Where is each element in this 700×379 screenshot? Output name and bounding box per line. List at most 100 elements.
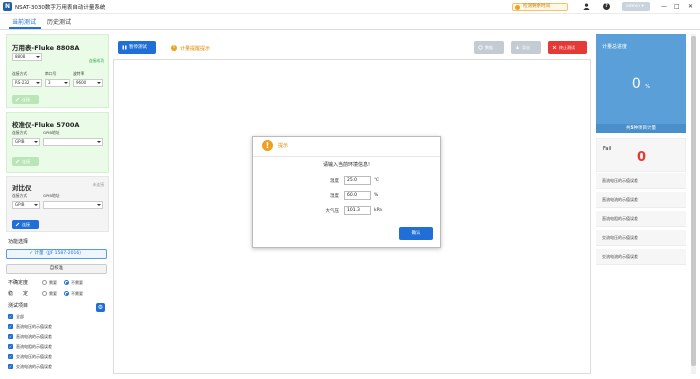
dialog-divider	[253, 156, 440, 157]
conn-value: RS-232	[15, 80, 30, 85]
humidity-input[interactable]: 60.0	[344, 191, 371, 200]
comparator-card: 对比仪 未连接 连接方式 GPIB地址 GPIB 连接	[6, 176, 109, 232]
self-calibration-option[interactable]: 自校准	[6, 264, 107, 274]
comparator-connect-button[interactable]: 连接	[12, 220, 39, 229]
port-select[interactable]: 3	[45, 79, 70, 87]
baud-value: 9600	[76, 80, 87, 85]
app-title: NSAT-3030数字万用表自动计量系统	[15, 5, 106, 11]
stop-test-button[interactable]: 终止测试	[548, 41, 587, 54]
result-item[interactable]: 直流电流的示值误差	[596, 192, 686, 208]
maximize-button[interactable]: □	[674, 3, 680, 10]
export-button[interactable]: 导出	[511, 41, 541, 54]
conn-value: GPIB	[15, 139, 25, 144]
checkbox-checked-icon: ✓	[8, 334, 13, 339]
test-items-label: 测试项目	[8, 303, 29, 309]
countdown-badge: 检测剩余时间	[512, 3, 568, 11]
gpib-select[interactable]	[43, 138, 103, 146]
multimeter-title: 万用表-Fluke 8808A	[12, 44, 80, 52]
progress-card: 计量总进度 0 % 共5种项目计量	[596, 34, 686, 133]
confirm-button[interactable]: 确认	[399, 227, 433, 240]
connect-label: 连接	[22, 97, 30, 102]
connect-label: 连接	[22, 222, 30, 227]
radio-label: 需要	[49, 280, 57, 285]
result-item-label: 交流电压的示值误差	[602, 235, 638, 240]
result-item[interactable]: 直流电阻的示值误差	[596, 211, 686, 227]
checkbox-checked-icon: ✓	[8, 364, 13, 369]
radio-label: 需要	[49, 291, 57, 296]
progress-number: 0	[631, 76, 641, 92]
calibrator-card: 校准仪-Fluke 5700A 连接方式 GPIB地址 GPIB 连接	[6, 112, 109, 173]
stop-label: 终止测试	[559, 45, 575, 50]
result-item[interactable]: 交流电压的示值误差	[596, 230, 686, 246]
fail-card: Fail 0	[596, 138, 686, 172]
gpib-select[interactable]	[43, 201, 103, 209]
test-item-label: 直流电压的示值误差	[16, 324, 52, 329]
test-item-label: 交流电压的示值误差	[16, 354, 52, 359]
chevron-down-icon	[34, 204, 38, 206]
uncertainty-need-radio[interactable]	[42, 280, 47, 285]
gear-icon[interactable]: ⚙	[96, 303, 105, 312]
pressure-label: 大气压	[325, 209, 340, 214]
chevron-down-icon	[97, 141, 101, 143]
multimeter-model-select[interactable]: 8808	[12, 53, 42, 61]
humidity-unit: %	[374, 193, 379, 198]
user-icon[interactable]	[583, 3, 590, 10]
dialog-title: 提示	[278, 143, 289, 149]
data-label: 数据	[485, 45, 493, 50]
conn-select[interactable]: GPIB	[12, 138, 40, 146]
progress-total: 共5种项目计量	[596, 124, 686, 133]
test-item-label: 直流电阻的示值误差	[16, 344, 52, 349]
checkbox-checked-icon: ✓	[8, 354, 13, 359]
stability-label: 稳 定	[8, 291, 29, 297]
stop-icon	[552, 45, 557, 50]
warning-icon: !	[171, 45, 177, 51]
pause-icon	[122, 45, 127, 50]
result-item[interactable]: 交流电流的示值误差	[596, 249, 686, 265]
conn-select[interactable]: GPIB	[12, 201, 40, 209]
uncertainty-no-need-radio[interactable]	[64, 280, 69, 285]
stability-need-radio[interactable]	[42, 291, 47, 296]
export-label: 导出	[522, 45, 530, 50]
minimize-button[interactable]: —	[661, 3, 667, 10]
port-label: 串口号	[45, 71, 57, 76]
dialog-message: 请输入当前环境信息!	[322, 162, 370, 168]
radio-label: 不需要	[71, 280, 83, 285]
pause-test-button[interactable]: 暂停测试	[118, 41, 156, 54]
pressure-unit: kPa	[374, 208, 382, 213]
temperature-input[interactable]: 25.0	[344, 176, 371, 185]
conn-value: GPIB	[15, 202, 25, 207]
stability-no-need-radio[interactable]	[64, 291, 69, 296]
baud-select[interactable]: 9600	[73, 79, 103, 87]
temperature-unit: ℃	[374, 178, 380, 183]
tab-history-test[interactable]: 历史测试	[47, 17, 71, 26]
result-item[interactable]: 直流电压的示值误差	[596, 173, 686, 189]
multimeter-card: 万用表-Fluke 8808A 8808 连接成功 连接方式 串口号 波特率 R…	[6, 34, 109, 108]
close-button[interactable]: ✕	[688, 3, 693, 10]
result-item-label: 直流电阻的示值误差	[602, 216, 638, 221]
gpib-label: GPIB地址	[43, 130, 60, 135]
download-icon	[515, 45, 520, 50]
calibrator-connect-button[interactable]: 连接	[12, 157, 39, 166]
user-menu[interactable]: admin ▾	[622, 2, 650, 11]
scrollbar-thumb[interactable]	[691, 36, 696, 366]
data-button[interactable]: 数据	[474, 41, 504, 54]
hint-text: 计量提醒提示	[180, 46, 211, 52]
conn-label: 连接方式	[12, 130, 28, 135]
warning-icon: !	[262, 140, 273, 151]
multimeter-connect-button[interactable]: 连接	[12, 95, 39, 104]
radio-label: 不需要	[71, 291, 83, 296]
link-icon	[15, 159, 20, 164]
tab-current-test[interactable]: 当前测试	[12, 17, 36, 26]
temperature-label: 温度	[330, 179, 339, 184]
conn-select[interactable]: RS-232	[12, 79, 42, 87]
fail-label: Fail	[603, 146, 612, 152]
left-panel: 万用表-Fluke 8808A 8808 连接成功 连接方式 串口号 波特率 R…	[6, 34, 109, 374]
help-icon[interactable]: ?	[603, 3, 610, 10]
conn-label: 连接方式	[12, 193, 28, 198]
pressure-input[interactable]: 101.3	[344, 206, 371, 215]
conn-label: 连接方式	[12, 71, 28, 76]
app-logo-icon: N	[3, 2, 12, 11]
metering-option[interactable]: ✓ 计量（JJF 1587-2016）	[6, 249, 107, 259]
chevron-down-icon	[36, 56, 40, 58]
port-value: 3	[48, 80, 51, 85]
